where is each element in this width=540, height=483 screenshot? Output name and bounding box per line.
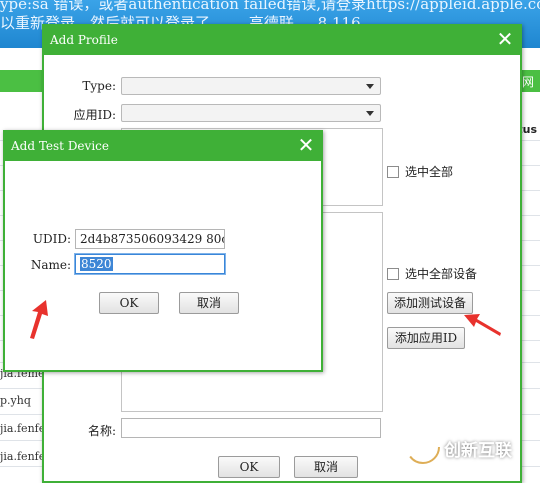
annotation-arrow-icon	[30, 300, 48, 339]
add-test-device-title: Add Test Device	[11, 139, 109, 153]
annotation-arrow-icon	[464, 314, 501, 336]
device-name-selected-text: 8520	[80, 257, 113, 271]
table-row-item[interactable]: jia.fenfe	[0, 450, 45, 463]
select-all-label: 选中全部	[405, 165, 454, 179]
app-id-label: 应用ID:	[73, 108, 116, 122]
device-name-label: Name:	[30, 258, 71, 272]
device-name-input[interactable]: 8520	[75, 254, 225, 274]
table-row-item[interactable]: jia.fenfe	[0, 422, 45, 435]
add-test-device-button[interactable]: 添加测试设备	[387, 292, 473, 314]
udid-input[interactable]: 2d4b873506093429 80cb144	[75, 229, 225, 249]
add-profile-titlebar[interactable]: Add Profile ✕	[44, 26, 520, 55]
select-all-devices-row[interactable]: 选中全部设备	[387, 265, 477, 282]
type-label: Type:	[82, 79, 116, 93]
chevron-down-icon	[366, 84, 374, 89]
select-all-checkbox[interactable]	[387, 165, 399, 178]
green-bar-tab[interactable]: 网	[522, 73, 534, 90]
select-all-devices-checkbox[interactable]	[387, 267, 399, 280]
device-ok-button[interactable]: OK	[99, 292, 159, 314]
select-all-devices-label: 选中全部设备	[405, 267, 478, 281]
select-all-row[interactable]: 选中全部	[387, 163, 453, 180]
chevron-down-icon	[366, 111, 374, 116]
profile-ok-button[interactable]: OK	[218, 456, 280, 478]
close-icon[interactable]: ✕	[295, 134, 317, 156]
profile-cancel-button[interactable]: 取消	[294, 456, 358, 478]
profile-name-input[interactable]	[121, 418, 381, 438]
close-icon[interactable]: ✕	[494, 28, 516, 50]
watermark-text: 创新互联	[444, 441, 512, 461]
profile-name-label: 名称:	[87, 424, 116, 438]
add-profile-title: Add Profile	[50, 33, 118, 47]
app-id-select[interactable]	[121, 104, 381, 122]
device-cancel-button[interactable]: 取消	[179, 292, 239, 314]
add-test-device-titlebar[interactable]: Add Test Device ✕	[5, 132, 321, 161]
type-select[interactable]	[121, 77, 381, 95]
table-row-item[interactable]: p.yhq	[0, 394, 31, 407]
add-app-id-button[interactable]: 添加应用ID	[387, 327, 465, 349]
udid-label: UDID:	[32, 232, 71, 246]
